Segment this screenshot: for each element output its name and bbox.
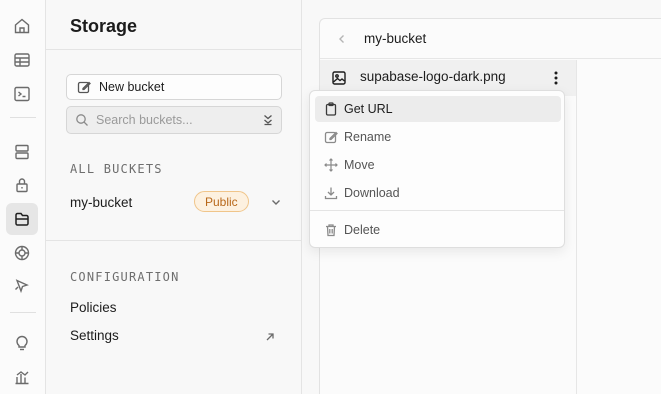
edit-icon	[77, 80, 91, 94]
menu-label: Download	[344, 186, 400, 200]
sort-icon[interactable]	[261, 113, 275, 127]
bucket-item[interactable]: my-bucket Public	[70, 191, 286, 213]
rail-divider	[10, 312, 36, 313]
icon-rail	[0, 0, 46, 394]
bucket-path-label: my-bucket	[364, 31, 427, 46]
configuration-heading: CONFIGURATION	[70, 270, 180, 284]
table-editor-icon[interactable]	[6, 44, 38, 76]
home-icon[interactable]	[6, 10, 38, 42]
edge-functions-icon[interactable]	[6, 270, 38, 302]
page-title: Storage	[70, 16, 138, 36]
menu-label: Rename	[344, 130, 392, 144]
move-arrows-icon	[324, 158, 338, 172]
menu-label: Get URL	[344, 102, 393, 116]
storage-icon[interactable]	[6, 203, 38, 235]
pencil-icon	[324, 130, 338, 144]
divider	[46, 49, 302, 50]
menu-label: Delete	[344, 223, 381, 237]
divider	[46, 240, 302, 241]
clipboard-icon	[324, 102, 338, 116]
chevron-left-icon[interactable]	[336, 33, 348, 45]
database-icon[interactable]	[6, 136, 38, 168]
storage-sidebar: Storage New bucket ALL BUCKETS my-bucket…	[46, 0, 302, 394]
explorer-header: my-bucket	[320, 19, 661, 59]
menu-divider	[310, 210, 564, 211]
rail-divider	[10, 117, 36, 118]
file-name: supabase-logo-dark.png	[360, 69, 506, 84]
download-icon	[324, 186, 338, 200]
search-buckets	[66, 106, 282, 134]
new-bucket-button[interactable]: New bucket	[66, 74, 282, 100]
menu-label: Move	[344, 158, 375, 172]
sql-editor-icon[interactable]	[6, 78, 38, 110]
menu-item-move[interactable]: Move	[315, 152, 561, 178]
all-buckets-heading: ALL BUCKETS	[70, 162, 163, 176]
new-bucket-label: New bucket	[99, 80, 165, 94]
search-input[interactable]	[96, 113, 256, 127]
search-icon	[75, 113, 89, 127]
settings-link[interactable]: Settings	[70, 328, 119, 343]
auth-lock-icon[interactable]	[6, 169, 38, 201]
bucket-name: my-bucket	[70, 194, 133, 210]
reports-icon[interactable]	[6, 361, 38, 393]
menu-item-get-url[interactable]: Get URL	[315, 96, 561, 122]
more-options-icon[interactable]	[546, 68, 566, 88]
chevron-down-icon[interactable]	[270, 196, 282, 208]
advisors-bulb-icon[interactable]	[6, 327, 38, 359]
menu-item-rename[interactable]: Rename	[315, 124, 561, 150]
public-badge: Public	[194, 191, 249, 212]
file-context-menu: Get URL Rename Move Download Delete	[309, 90, 565, 248]
menu-item-delete[interactable]: Delete	[315, 217, 561, 243]
image-file-icon	[331, 70, 347, 86]
external-link-icon	[264, 331, 276, 343]
realtime-icon[interactable]	[6, 237, 38, 269]
policies-link[interactable]: Policies	[70, 300, 117, 315]
menu-item-download[interactable]: Download	[315, 180, 561, 206]
trash-icon	[324, 223, 338, 237]
